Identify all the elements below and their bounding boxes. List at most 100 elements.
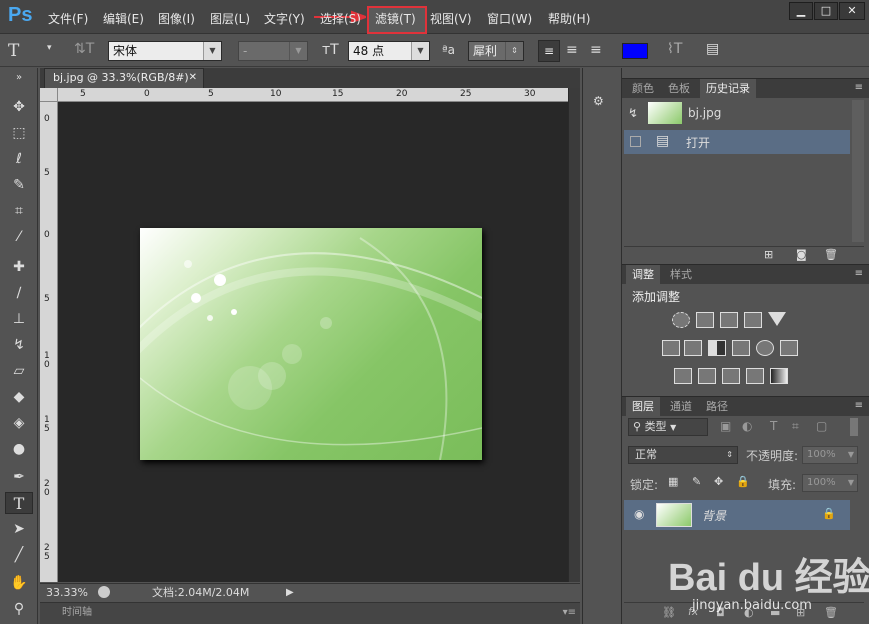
text-orientation-icon[interactable]: ⇅T — [74, 41, 94, 57]
new-snapshot-icon[interactable]: ⊞ — [764, 248, 773, 261]
fx-icon[interactable]: fx — [688, 605, 698, 618]
tab-layers[interactable]: 图层 — [626, 397, 660, 417]
color-balance-icon[interactable] — [684, 340, 702, 356]
tab-styles[interactable]: 样式 — [664, 265, 698, 285]
lasso-tool-icon[interactable]: ℓ — [5, 148, 33, 170]
align-center-button[interactable]: ≡ — [566, 42, 578, 58]
line-tool-icon[interactable]: ╱ — [5, 544, 33, 566]
filter-toggle[interactable] — [850, 418, 858, 436]
text-color-swatch[interactable] — [622, 43, 648, 59]
vertical-scrollbar[interactable] — [568, 88, 580, 582]
menu-image[interactable]: 图像(I) — [158, 10, 195, 27]
canvas-area[interactable] — [58, 102, 568, 582]
lock-all-icon[interactable]: 🔒 — [736, 475, 750, 488]
zoom-level[interactable]: 33.33% — [46, 584, 88, 601]
close-button[interactable]: ✕ — [839, 2, 865, 20]
timeline-label[interactable]: 时间轴 — [62, 603, 92, 623]
menu-window[interactable]: 窗口(W) — [487, 10, 532, 27]
lock-image-icon[interactable]: ✎ — [692, 475, 701, 488]
history-checkbox[interactable] — [630, 136, 641, 147]
vibrance-icon[interactable] — [768, 312, 786, 326]
status-arrow-icon[interactable]: ▶ — [286, 584, 294, 601]
brush-tool-icon[interactable]: ∕ — [5, 282, 33, 304]
menu-layer[interactable]: 图层(L) — [210, 10, 250, 27]
menu-type[interactable]: 文字(Y) — [264, 10, 305, 27]
status-icon[interactable] — [98, 586, 110, 598]
link-layers-icon[interactable]: ⛓ — [662, 606, 676, 619]
trash-icon[interactable]: 🗑 — [824, 248, 838, 261]
threshold-icon[interactable] — [722, 368, 740, 384]
history-brush-tool-icon[interactable]: ↯ — [5, 334, 33, 356]
menu-select[interactable]: 选择(S) — [320, 10, 364, 27]
gradient-map-icon[interactable] — [770, 368, 788, 384]
new-layer-icon[interactable]: ⊞ — [796, 606, 805, 619]
eraser-tool-icon[interactable]: ▱ — [5, 360, 33, 382]
align-left-button[interactable]: ≡ — [538, 40, 560, 62]
path-select-tool-icon[interactable]: ➤ — [5, 518, 33, 540]
tool-preset-arrow-icon[interactable]: ▾ — [47, 43, 52, 53]
new-adjustment-icon[interactable]: ◐ — [744, 606, 754, 619]
history-panel-icon[interactable]: ⚙ — [593, 94, 604, 108]
close-icon[interactable]: ✕ — [189, 69, 197, 87]
history-scrollbar[interactable] — [852, 100, 864, 242]
font-style-select[interactable]: - ▼ — [238, 41, 308, 61]
tab-history[interactable]: 历史记录 — [700, 79, 756, 99]
toolbox-collapse-icon[interactable]: » — [5, 72, 33, 84]
quick-select-tool-icon[interactable]: ✎ — [5, 174, 33, 196]
minimize-button[interactable]: ▁ — [789, 2, 813, 20]
filter-adjustment-icon[interactable]: ◐ — [742, 419, 752, 433]
filter-pixel-icon[interactable]: ▣ — [720, 419, 731, 433]
healing-brush-tool-icon[interactable]: ✚ — [5, 256, 33, 278]
layer-filter-select[interactable]: ⚲ 类型 ▼ — [628, 418, 708, 436]
trash-icon[interactable]: 🗑 — [824, 606, 838, 619]
tab-channels[interactable]: 通道 — [664, 397, 698, 417]
invert-icon[interactable] — [674, 368, 692, 384]
color-lookup-icon[interactable] — [780, 340, 798, 356]
font-size-select[interactable]: 48 点 ▼ — [348, 41, 430, 61]
crop-tool-icon[interactable]: ⌗ — [5, 200, 33, 222]
blur-tool-icon[interactable]: ◈ — [5, 412, 33, 434]
black-white-icon[interactable] — [708, 340, 726, 356]
add-mask-icon[interactable]: ◘ — [716, 606, 725, 619]
marquee-tool-icon[interactable]: ⬚ — [5, 122, 33, 144]
tab-adjustments[interactable]: 调整 — [626, 265, 660, 285]
eye-icon[interactable]: ◉ — [634, 507, 644, 521]
hue-saturation-icon[interactable] — [662, 340, 680, 356]
tab-paths[interactable]: 路径 — [700, 397, 734, 417]
antialias-select[interactable]: 犀利 ⇕ — [468, 41, 524, 61]
panel-menu-icon[interactable]: ▾≡ — [563, 603, 576, 623]
panel-menu-icon[interactable]: ≡ — [855, 82, 863, 93]
character-panel-icon[interactable]: ▤ — [706, 41, 719, 57]
vertical-ruler[interactable]: 0 5 0 5 1 0 1 5 2 0 2 5 — [40, 102, 58, 582]
horizontal-ruler[interactable]: 5 0 5 10 15 20 25 30 — [58, 88, 568, 102]
panel-menu-icon[interactable]: ≡ — [855, 268, 863, 279]
history-item[interactable]: ▤ 打开 — [624, 130, 850, 154]
history-snapshot-row[interactable]: ↯ bj.jpg — [624, 100, 850, 128]
new-group-icon[interactable]: ▬ — [770, 606, 780, 619]
stamp-tool-icon[interactable]: ⊥ — [5, 308, 33, 330]
document-tab[interactable]: bj.jpg @ 33.3%(RGB/8#) ✕ — [44, 68, 204, 88]
filter-smart-icon[interactable]: ▢ — [816, 419, 827, 433]
brightness-icon[interactable] — [672, 312, 690, 328]
dodge-tool-icon[interactable]: ● — [5, 438, 33, 460]
tab-swatches[interactable]: 色板 — [662, 79, 696, 99]
curves-icon[interactable] — [720, 312, 738, 328]
camera-icon[interactable]: ◙ — [796, 248, 807, 261]
pen-tool-icon[interactable]: ✒ — [5, 466, 33, 488]
menu-file[interactable]: 文件(F) — [48, 10, 88, 27]
posterize-icon[interactable] — [698, 368, 716, 384]
horizontal-type-tool-icon[interactable]: T — [5, 492, 33, 514]
layer-row[interactable]: ◉ 背景 🔒 — [624, 500, 850, 530]
paint-bucket-tool-icon[interactable]: ◆ — [5, 386, 33, 408]
lock-transparent-icon[interactable]: ▦ — [668, 475, 678, 488]
align-right-button[interactable]: ≡ — [590, 42, 602, 58]
font-family-select[interactable]: 宋体 ▼ — [108, 41, 222, 61]
menu-filter[interactable]: 滤镜(T) — [375, 10, 416, 27]
blend-mode-select[interactable]: 正常 ⇕ — [628, 446, 738, 464]
tab-color[interactable]: 颜色 — [626, 79, 660, 99]
menu-edit[interactable]: 编辑(E) — [103, 10, 144, 27]
warp-text-icon[interactable]: ⌇T — [667, 41, 682, 57]
panel-menu-icon[interactable]: ≡ — [855, 400, 863, 411]
maximize-button[interactable]: □ — [814, 2, 838, 20]
levels-icon[interactable] — [696, 312, 714, 328]
